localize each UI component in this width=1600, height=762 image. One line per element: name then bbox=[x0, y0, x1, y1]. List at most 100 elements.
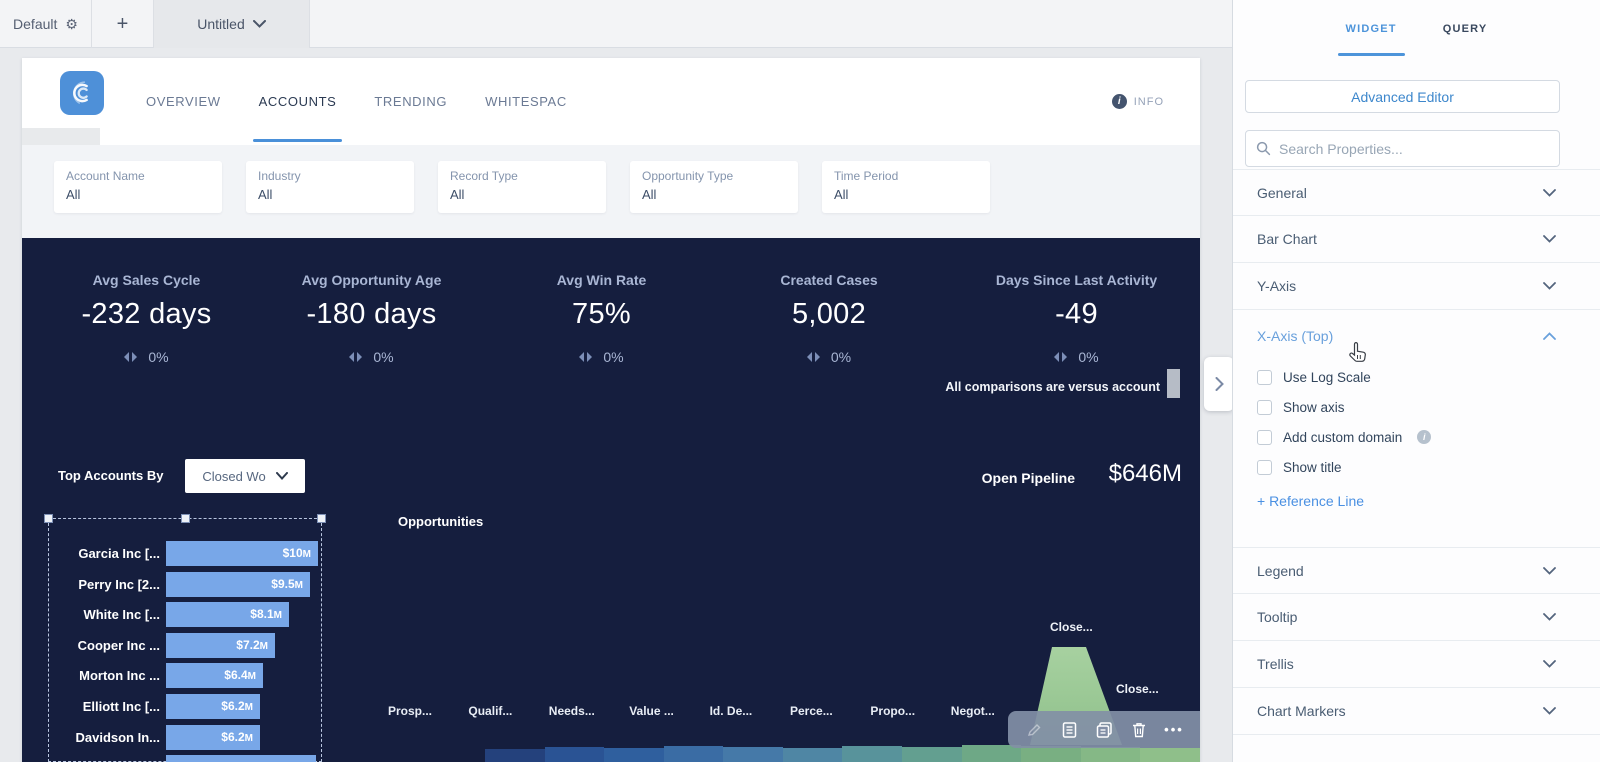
section-y-axis[interactable]: Y-Axis bbox=[1233, 263, 1600, 310]
filter-time-period[interactable]: Time Period All bbox=[822, 161, 990, 213]
workspace-tab-untitled[interactable]: Untitled bbox=[154, 0, 310, 48]
open-pipeline-label: Open Pipeline bbox=[981, 470, 1075, 486]
funnel-stage-label: Qualif... bbox=[468, 704, 513, 718]
kpi-days-since-last-activity: Days Since Last Activity -49 0% bbox=[949, 272, 1200, 365]
kpi-value: 5,002 bbox=[791, 298, 867, 330]
bar-segment[interactable]: $6.2M bbox=[166, 724, 260, 750]
section-label: Bar Chart bbox=[1257, 231, 1317, 247]
filter-account-name[interactable]: Account Name All bbox=[54, 161, 222, 213]
header-strip bbox=[22, 128, 100, 145]
advanced-editor-button[interactable]: Advanced Editor bbox=[1245, 80, 1560, 113]
dashboard-tab-accounts[interactable]: ACCOUNTS bbox=[252, 58, 343, 145]
info-button[interactable]: i INFO bbox=[1111, 94, 1164, 109]
workspace-tab-default[interactable]: Default ⚙ bbox=[0, 0, 92, 48]
kpi-value: -49 bbox=[1055, 298, 1098, 330]
bar-segment[interactable]: $10M bbox=[166, 541, 318, 566]
funnel-stage-label: Value ... bbox=[629, 704, 674, 718]
tab-query[interactable]: QUERY bbox=[1443, 0, 1488, 58]
section-general[interactable]: General bbox=[1233, 169, 1600, 216]
bar-value-unit: M bbox=[247, 671, 256, 683]
bar-segment[interactable] bbox=[166, 755, 316, 762]
funnel-stage-label: Prosp... bbox=[388, 704, 433, 718]
filter-record-type[interactable]: Record Type All bbox=[438, 161, 606, 213]
edit-icon[interactable] bbox=[1025, 721, 1043, 739]
top-accounts-dropdown-value: Closed Wo bbox=[202, 468, 266, 484]
gear-icon[interactable]: ⚙ bbox=[65, 16, 78, 33]
checkbox[interactable] bbox=[1257, 429, 1272, 445]
dashboard-tab-trending[interactable]: TRENDING bbox=[368, 58, 453, 145]
section-bar-chart[interactable]: Bar Chart bbox=[1233, 216, 1600, 263]
bar-segment[interactable]: $9.5M bbox=[166, 571, 310, 597]
selection-handle[interactable] bbox=[181, 514, 190, 523]
section-label: General bbox=[1257, 184, 1307, 201]
option-add-custom-domain: Add custom domain i bbox=[1233, 422, 1600, 452]
kpi-delta-value: 0% bbox=[373, 349, 394, 365]
top-accounts-dropdown[interactable]: Closed Wo bbox=[185, 459, 305, 493]
ribbon-segment bbox=[604, 748, 664, 762]
table-row: Perry Inc [2... $9.5M bbox=[22, 571, 1200, 597]
kpi-avg-win-rate: Avg Win Rate 75% 0% bbox=[494, 272, 709, 365]
ribbon-segment bbox=[663, 746, 724, 762]
bar-value-unit: M bbox=[273, 610, 282, 622]
dashboard-canvas: OVERVIEW ACCOUNTS TRENDING WHITESPAC i INFO… bbox=[22, 58, 1200, 762]
kpi-created-cases: Created Cases 5,002 0% bbox=[709, 272, 949, 365]
search-icon bbox=[1256, 141, 1271, 156]
bar-segment[interactable]: $6.2M bbox=[166, 694, 260, 719]
scrollbar-thumb[interactable] bbox=[1167, 369, 1180, 398]
section-chart-markers[interactable]: Chart Markers bbox=[1233, 688, 1600, 735]
delete-icon[interactable] bbox=[1130, 721, 1148, 739]
dashboard-dark-section: Avg Sales Cycle -232 days 0% Avg Opportunit… bbox=[22, 238, 1200, 762]
tab-widget[interactable]: WIDGET bbox=[1337, 0, 1405, 58]
triangle-right-icon bbox=[1062, 352, 1068, 362]
add-page-button[interactable]: + bbox=[92, 0, 154, 48]
section-x-axis-top[interactable]: X-Axis (Top) bbox=[1233, 312, 1600, 360]
kpi-row: Avg Sales Cycle -232 days 0% Avg Opportunit… bbox=[22, 238, 1200, 365]
plus-icon: + bbox=[116, 12, 129, 35]
add-reference-line-link[interactable]: + Reference Line bbox=[1257, 493, 1364, 509]
checkbox[interactable] bbox=[1257, 369, 1272, 385]
bar-value-label: $6.4 bbox=[224, 668, 248, 683]
dashboard-tab-whitespac[interactable]: WHITESPAC bbox=[479, 58, 573, 145]
filter-opportunity-type[interactable]: Opportunity Type All bbox=[630, 161, 798, 213]
section-tooltip[interactable]: Tooltip bbox=[1233, 594, 1600, 641]
notes-icon[interactable] bbox=[1060, 721, 1078, 739]
triangle-left-icon bbox=[124, 352, 130, 362]
filter-value: All bbox=[450, 187, 465, 202]
option-show-title: Show title bbox=[1233, 452, 1600, 482]
bar-segment[interactable]: $7.2M bbox=[166, 632, 275, 658]
bar-category-label: Elliott Inc [... bbox=[82, 699, 160, 714]
section-legend[interactable]: Legend bbox=[1233, 547, 1600, 594]
filter-bar: Account Name All Industry All Record Type All… bbox=[22, 145, 1200, 238]
section-trellis[interactable]: Trellis bbox=[1233, 641, 1600, 688]
chevron-down-icon bbox=[1543, 566, 1556, 575]
panel-expander-button[interactable] bbox=[1204, 357, 1234, 411]
kpi-delta-value: 0% bbox=[1078, 349, 1099, 365]
checkbox[interactable] bbox=[1257, 399, 1272, 415]
bar-category-label: Cooper Inc ... bbox=[77, 637, 160, 653]
ribbon-segment bbox=[782, 748, 843, 762]
more-icon[interactable]: ••• bbox=[1164, 721, 1183, 739]
kpi-avg-sales-cycle: Avg Sales Cycle -232 days 0% bbox=[44, 272, 249, 365]
info-icon[interactable]: i bbox=[1417, 430, 1432, 444]
filter-value: All bbox=[66, 187, 81, 202]
bar-value-label: $6.2 bbox=[221, 729, 245, 744]
ribbon-segment bbox=[723, 747, 783, 762]
advanced-editor-label: Advanced Editor bbox=[1351, 88, 1454, 105]
search-properties-box[interactable] bbox=[1245, 130, 1560, 167]
selection-handle[interactable] bbox=[317, 514, 326, 523]
bar-category-label: Garcia Inc [... bbox=[78, 546, 160, 561]
section-label: Y-Axis bbox=[1257, 278, 1297, 294]
active-tab-underline bbox=[252, 139, 343, 142]
selection-handle[interactable] bbox=[44, 514, 53, 523]
bar-value-label: $8.1 bbox=[250, 607, 274, 622]
checkbox[interactable] bbox=[1257, 459, 1272, 475]
x-axis-options: Use Log Scale Show axis Add custom domain i… bbox=[1233, 362, 1600, 482]
clone-icon[interactable] bbox=[1095, 721, 1113, 739]
bar-segment[interactable]: $8.1M bbox=[166, 602, 289, 628]
kpi-label: Avg Opportunity Age bbox=[301, 272, 442, 288]
search-input[interactable] bbox=[1279, 140, 1549, 157]
filter-industry[interactable]: Industry All bbox=[246, 161, 414, 213]
filter-value: All bbox=[642, 187, 657, 202]
dashboard-tab-overview[interactable]: OVERVIEW bbox=[140, 58, 227, 145]
bar-segment[interactable]: $6.4M bbox=[166, 663, 263, 689]
